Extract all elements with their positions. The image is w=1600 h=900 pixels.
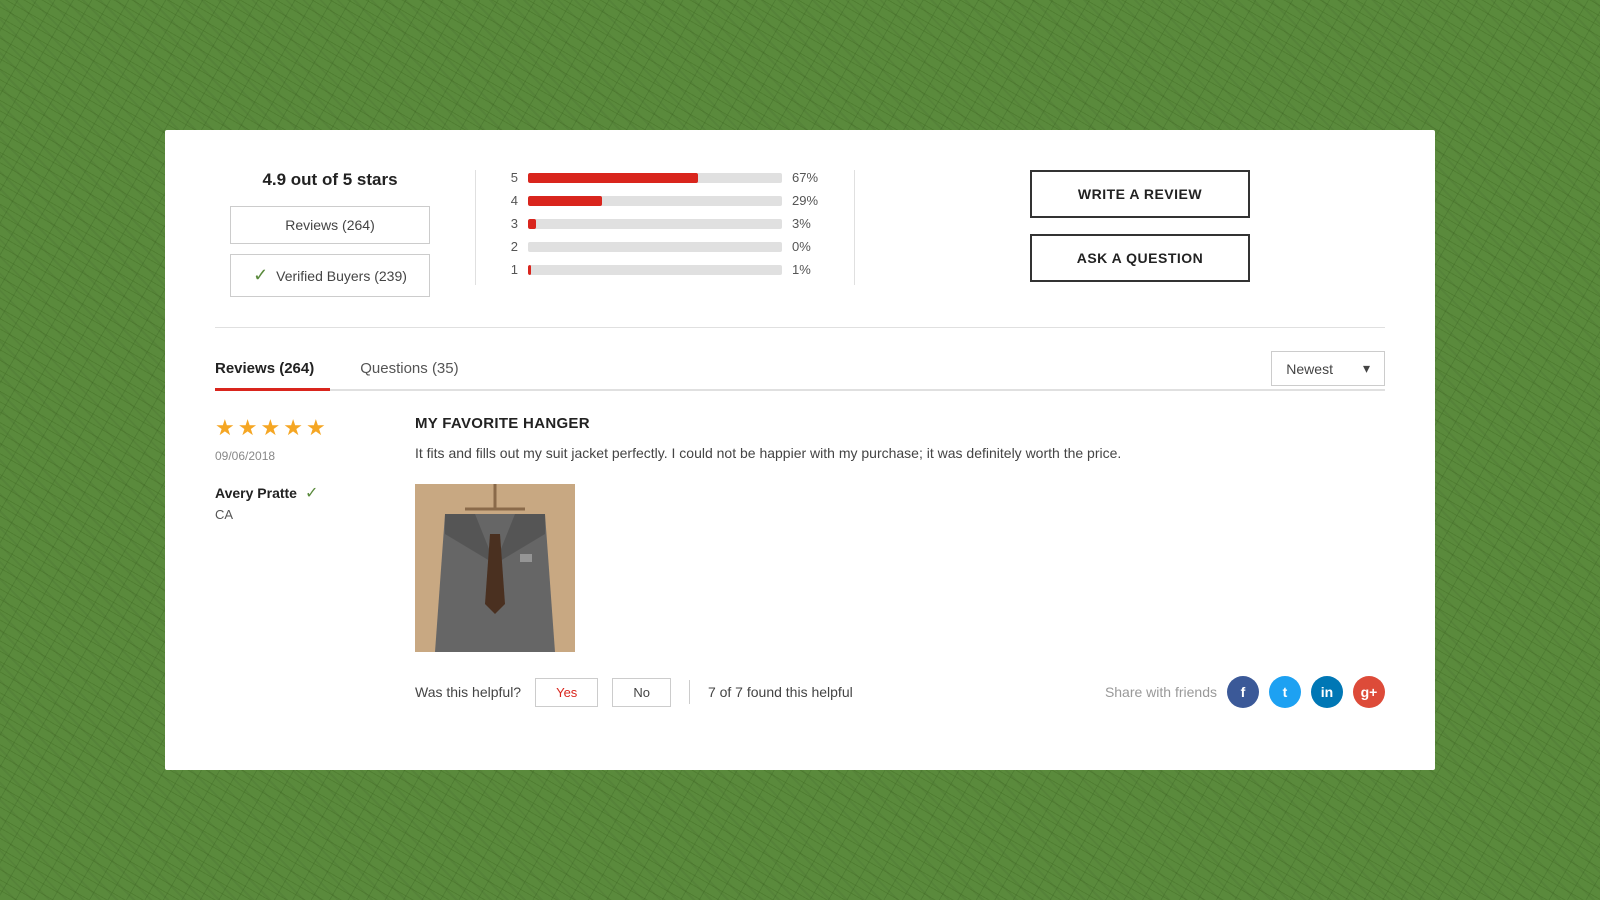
- bar-row-1: 1 1%: [506, 262, 824, 277]
- helpful-yes-button[interactable]: Yes: [535, 678, 598, 707]
- reviewer-name: Avery Pratte: [215, 485, 297, 501]
- bar-label-2: 2: [506, 239, 518, 254]
- sort-label: Newest: [1286, 361, 1333, 377]
- bar-pct-4: 29%: [792, 193, 824, 208]
- verified-label: Verified Buyers (239): [276, 268, 407, 284]
- rating-block: 4.9 out of 5 stars Reviews (264) ✓ Verif…: [215, 170, 475, 297]
- bar-row-3: 3 3%: [506, 216, 824, 231]
- bar-track-1: [528, 265, 782, 275]
- review-image-svg: [415, 484, 575, 652]
- bar-pct-3: 3%: [792, 216, 824, 231]
- reviews-count-box: Reviews (264): [230, 206, 430, 244]
- rating-score: 4.9 out of 5 stars: [262, 170, 397, 190]
- tab-reviews[interactable]: Reviews (264): [215, 348, 330, 389]
- bar-track-5: [528, 173, 782, 183]
- linkedin-share-icon[interactable]: in: [1311, 676, 1343, 708]
- action-section: WRITE A REVIEW ASK A QUESTION: [855, 170, 1385, 282]
- reviewer-name-row: Avery Pratte ✓: [215, 483, 375, 503]
- reviewer-verified-icon: ✓: [305, 483, 318, 503]
- facebook-share-icon[interactable]: f: [1227, 676, 1259, 708]
- sort-dropdown[interactable]: Newest ▾: [1271, 351, 1385, 386]
- reviewer-location: CA: [215, 507, 375, 522]
- star-1: ★: [215, 415, 235, 441]
- ask-question-button[interactable]: ASK A QUESTION: [1030, 234, 1250, 282]
- bar-label-5: 5: [506, 170, 518, 185]
- helpful-no-button[interactable]: No: [612, 678, 671, 707]
- bar-pct-2: 0%: [792, 239, 824, 254]
- bar-label-3: 3: [506, 216, 518, 231]
- verified-buyers-box: ✓ Verified Buyers (239): [230, 254, 430, 297]
- review-text: It fits and fills out my suit jacket per…: [415, 442, 1385, 464]
- bar-track-3: [528, 219, 782, 229]
- bar-row-4: 4 29%: [506, 193, 824, 208]
- rating-bars-section: 5 67% 4 29% 3 3% 2: [475, 170, 855, 285]
- star-rating: ★ ★ ★ ★ ★: [215, 415, 375, 441]
- bar-fill-3: [528, 219, 536, 229]
- share-label: Share with friends: [1105, 684, 1217, 700]
- top-section: 4.9 out of 5 stars Reviews (264) ✓ Verif…: [215, 170, 1385, 328]
- bar-fill-1: [528, 265, 531, 275]
- star-3: ★: [260, 415, 280, 441]
- main-card: 4.9 out of 5 stars Reviews (264) ✓ Verif…: [165, 130, 1435, 770]
- twitter-share-icon[interactable]: t: [1269, 676, 1301, 708]
- bar-pct-1: 1%: [792, 262, 824, 277]
- review-title: MY FAVORITE HANGER: [415, 415, 1385, 432]
- verified-shield-icon: ✓: [253, 265, 268, 286]
- review-date: 09/06/2018: [215, 449, 375, 463]
- tab-questions[interactable]: Questions (35): [360, 348, 474, 389]
- bar-fill-4: [528, 196, 602, 206]
- helpful-divider: [689, 680, 690, 704]
- googleplus-share-icon[interactable]: g+: [1353, 676, 1385, 708]
- star-5: ★: [306, 415, 326, 441]
- review-section: ★ ★ ★ ★ ★ 09/06/2018 Avery Pratte ✓ CA M…: [215, 415, 1385, 708]
- bar-track-2: [528, 242, 782, 252]
- bar-label-4: 4: [506, 193, 518, 208]
- star-2: ★: [238, 415, 258, 441]
- review-content: MY FAVORITE HANGER It fits and fills out…: [415, 415, 1385, 708]
- bar-pct-5: 67%: [792, 170, 824, 185]
- bar-row-2: 2 0%: [506, 239, 824, 254]
- write-review-button[interactable]: WRITE A REVIEW: [1030, 170, 1250, 218]
- star-4: ★: [283, 415, 303, 441]
- bar-fill-5: [528, 173, 698, 183]
- share-section: Share with friends f t in g+: [1105, 676, 1385, 708]
- reviewer-info: ★ ★ ★ ★ ★ 09/06/2018 Avery Pratte ✓ CA: [215, 415, 375, 708]
- bar-track-4: [528, 196, 782, 206]
- helpful-label: Was this helpful?: [415, 684, 521, 700]
- helpful-count: 7 of 7 found this helpful: [708, 684, 853, 700]
- tabs-section: Reviews (264) Questions (35) Newest ▾: [215, 348, 1385, 391]
- chevron-down-icon: ▾: [1363, 360, 1370, 377]
- helpful-row: Was this helpful? Yes No 7 of 7 found th…: [415, 676, 1385, 708]
- review-image: [415, 484, 575, 652]
- bar-label-1: 1: [506, 262, 518, 277]
- bar-row-5: 5 67%: [506, 170, 824, 185]
